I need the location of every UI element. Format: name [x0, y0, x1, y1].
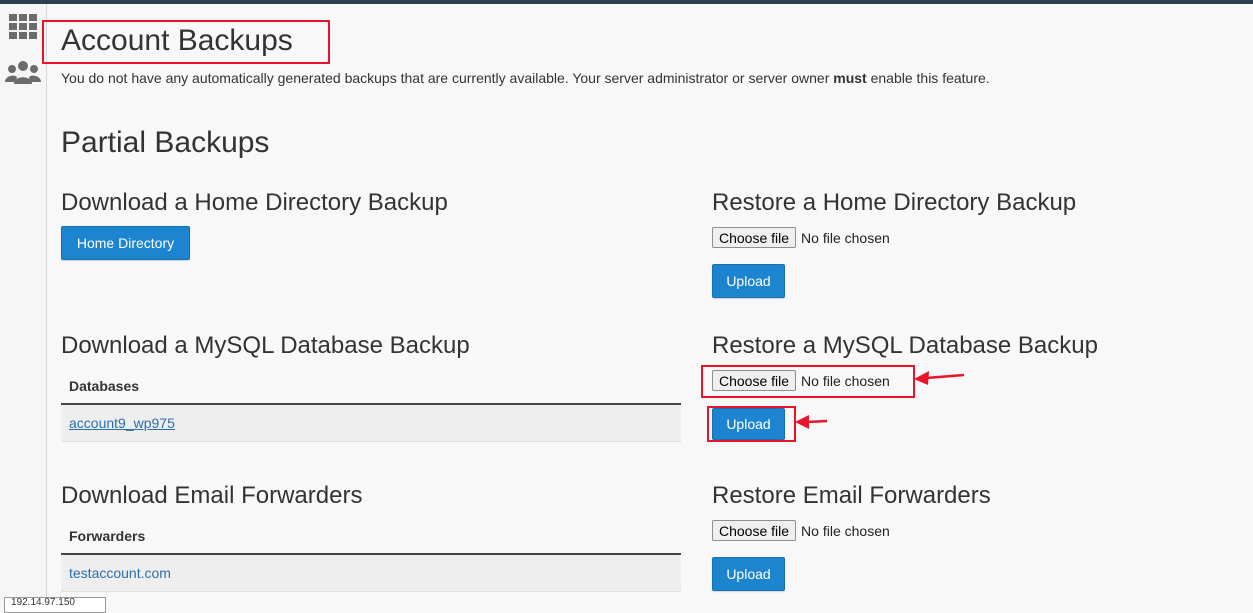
email-no-file-label: No file chosen [801, 522, 890, 539]
highlight-box-title [42, 20, 330, 64]
table-row: account9_wp975 [61, 405, 681, 442]
email-restore-heading: Restore Email Forwarders [712, 482, 991, 509]
home-no-file-label: No file chosen [801, 229, 890, 246]
grid-icon[interactable] [9, 14, 37, 45]
status-ip-tooltip: 192.14.97.150 [4, 597, 106, 613]
forwarders-column-header: Forwarders [61, 517, 681, 555]
arrow-icon-choose [914, 371, 965, 385]
home-restore-file-input: Choose file No file chosen [712, 227, 890, 248]
backup-notice: You do not have any automatically genera… [61, 70, 990, 86]
home-directory-button[interactable]: Home Directory [61, 226, 190, 260]
users-icon[interactable] [5, 60, 41, 91]
partial-backups-heading: Partial Backups [61, 126, 270, 159]
email-download-heading: Download Email Forwarders [61, 482, 363, 509]
databases-column-header: Databases [61, 367, 681, 405]
databases-table: Databases account9_wp975 [61, 367, 681, 442]
database-link[interactable]: account9_wp975 [69, 415, 175, 431]
arrow-icon-upload [795, 415, 828, 429]
main-content: Account Backups You do not have any auto… [42, 0, 1241, 606]
email-upload-button[interactable]: Upload [712, 557, 785, 591]
notice-text-end: enable this feature. [866, 70, 990, 86]
notice-emphasis: must [833, 70, 867, 86]
forwarders-table: Forwarders testaccount.com [61, 517, 681, 592]
home-upload-button[interactable]: Upload [712, 264, 785, 298]
home-choose-file-button[interactable]: Choose file [712, 227, 797, 248]
email-restore-file-input: Choose file No file chosen [712, 520, 890, 541]
forwarder-link[interactable]: testaccount.com [69, 565, 171, 581]
notice-text: You do not have any automatically genera… [61, 70, 834, 86]
home-download-heading: Download a Home Directory Backup [61, 189, 448, 216]
highlight-box-upload [707, 406, 796, 442]
sidebar [0, 4, 47, 606]
email-choose-file-button[interactable]: Choose file [712, 520, 797, 541]
home-restore-heading: Restore a Home Directory Backup [712, 189, 1077, 216]
mysql-restore-heading: Restore a MySQL Database Backup [712, 332, 1098, 359]
highlight-box-choose-file [701, 365, 915, 398]
table-row: testaccount.com [61, 555, 681, 592]
mysql-download-heading: Download a MySQL Database Backup [61, 332, 470, 359]
